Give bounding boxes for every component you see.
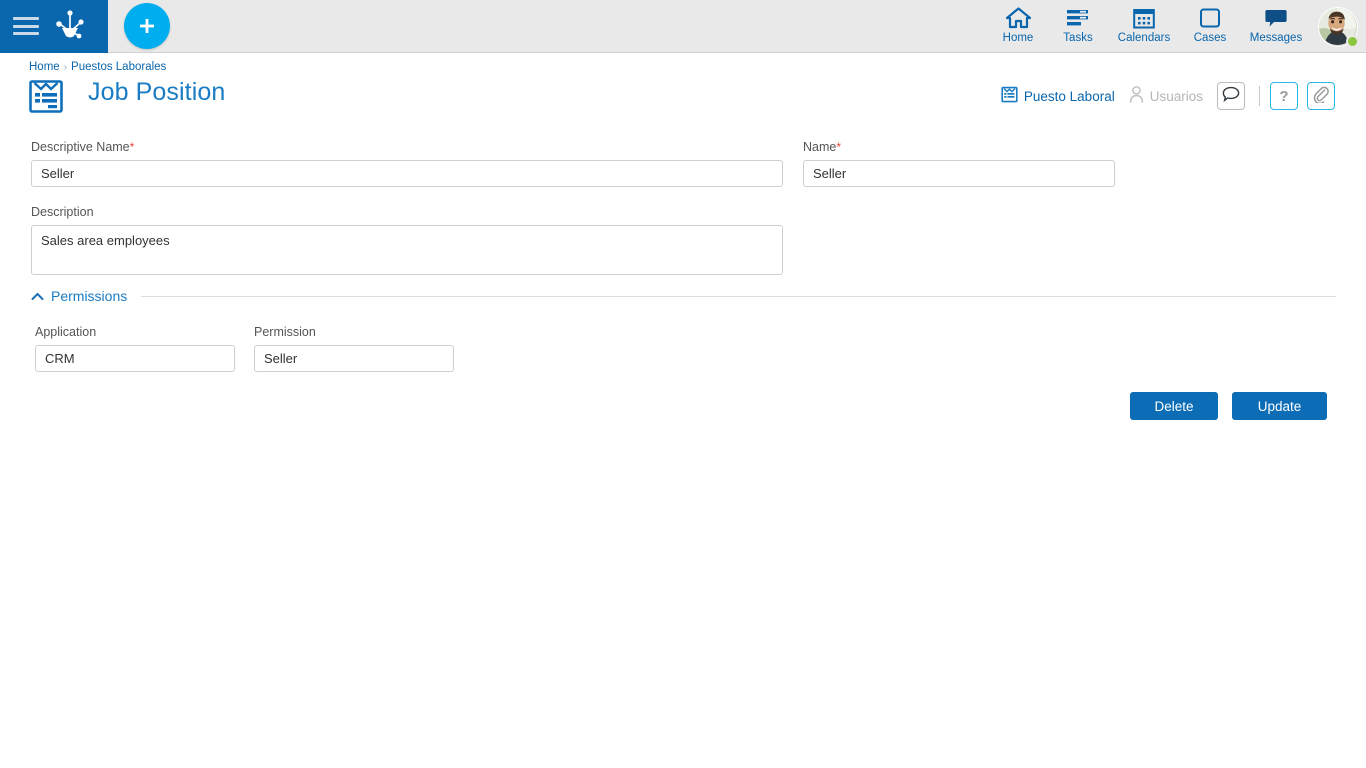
chevron-up-icon	[31, 292, 44, 301]
name-input[interactable]	[803, 160, 1115, 187]
tab-usuarios[interactable]: Usuarios	[1129, 85, 1203, 107]
toolbar-divider	[1259, 86, 1260, 106]
nav-item-home[interactable]: Home	[988, 3, 1048, 44]
nav-item-cases[interactable]: Cases	[1180, 3, 1240, 44]
field-name: Name*	[803, 140, 1115, 187]
nav-label-cases: Cases	[1193, 31, 1227, 44]
nav-label-tasks: Tasks	[1063, 31, 1093, 44]
required-marker: *	[836, 140, 842, 154]
clipboard-icon	[28, 78, 64, 119]
cases-square-icon	[1199, 6, 1221, 30]
description-textarea[interactable]: Sales area employees	[31, 225, 783, 275]
delete-button[interactable]: Delete	[1130, 392, 1218, 420]
permissions-section-header[interactable]: Permissions	[31, 288, 1336, 304]
tasks-icon	[1066, 6, 1090, 30]
label-descriptive-name: Descriptive Name*	[31, 140, 135, 154]
brand-block	[0, 0, 108, 53]
tab-label-puesto-laboral: Puesto Laboral	[1023, 88, 1115, 104]
question-mark-icon: ?	[1279, 87, 1289, 105]
breadcrumb-item-home[interactable]: Home	[29, 61, 60, 73]
user-icon	[1129, 85, 1144, 107]
label-application: Application	[35, 325, 97, 339]
attachments-button[interactable]	[1307, 82, 1335, 110]
page-title: Job Position	[88, 78, 226, 106]
field-permission: Permission	[254, 325, 454, 372]
top-navigation-bar: Home Tasks Calendars Cases Messages	[0, 0, 1366, 53]
label-permission: Permission	[254, 325, 316, 339]
page-header-tools: Puesto Laboral Usuarios ?	[987, 79, 1335, 113]
label-name: Name*	[803, 140, 842, 154]
descriptive-name-input[interactable]	[31, 160, 783, 187]
avatar[interactable]	[1318, 6, 1359, 48]
hamburger-menu-icon[interactable]	[13, 17, 39, 35]
calendar-icon	[1133, 6, 1155, 30]
chat-bubble-outline-icon	[1222, 86, 1240, 107]
molecule-logo-icon[interactable]	[50, 6, 90, 46]
tab-label-usuarios: Usuarios	[1149, 88, 1203, 104]
breadcrumb-separator: ›	[63, 62, 68, 73]
section-divider	[141, 295, 1336, 297]
nav-item-tasks[interactable]: Tasks	[1048, 3, 1108, 44]
field-application: Application	[35, 325, 235, 372]
breadcrumb-item-puestos-laborales[interactable]: Puestos Laborales	[71, 61, 166, 73]
permissions-section-title: Permissions	[51, 288, 128, 304]
tab-puesto-laboral[interactable]: Puesto Laboral	[1001, 86, 1115, 106]
page-header: Job Position Puesto Laboral Usuarios ?	[0, 76, 1366, 118]
status-online-indicator	[1346, 34, 1359, 48]
paperclip-icon	[1312, 85, 1330, 108]
nav-label-home: Home	[1002, 31, 1034, 44]
breadcrumb: Home › Puestos Laborales	[29, 61, 166, 73]
nav-item-messages[interactable]: Messages	[1240, 3, 1312, 44]
update-button[interactable]: Update	[1232, 392, 1327, 420]
nav-label-messages: Messages	[1249, 31, 1303, 44]
field-descriptive-name: Descriptive Name*	[31, 140, 783, 187]
form-actions: Delete Update	[1130, 392, 1327, 420]
comments-button[interactable]	[1217, 82, 1245, 110]
help-button[interactable]: ?	[1270, 82, 1298, 110]
nav-item-calendars[interactable]: Calendars	[1108, 3, 1180, 44]
add-new-button[interactable]	[124, 3, 170, 49]
nav-label-calendars: Calendars	[1117, 31, 1171, 44]
application-input[interactable]	[35, 345, 235, 372]
home-icon	[1005, 6, 1031, 30]
clipboard-small-icon	[1001, 86, 1018, 106]
chat-bubble-icon	[1264, 6, 1288, 30]
field-description: Description Sales area employees	[31, 205, 783, 280]
plus-icon	[140, 19, 154, 33]
required-marker: *	[129, 140, 135, 154]
label-description: Description	[31, 205, 94, 219]
permission-input[interactable]	[254, 345, 454, 372]
topbar-nav-items: Home Tasks Calendars Cases Messages	[988, 0, 1366, 53]
